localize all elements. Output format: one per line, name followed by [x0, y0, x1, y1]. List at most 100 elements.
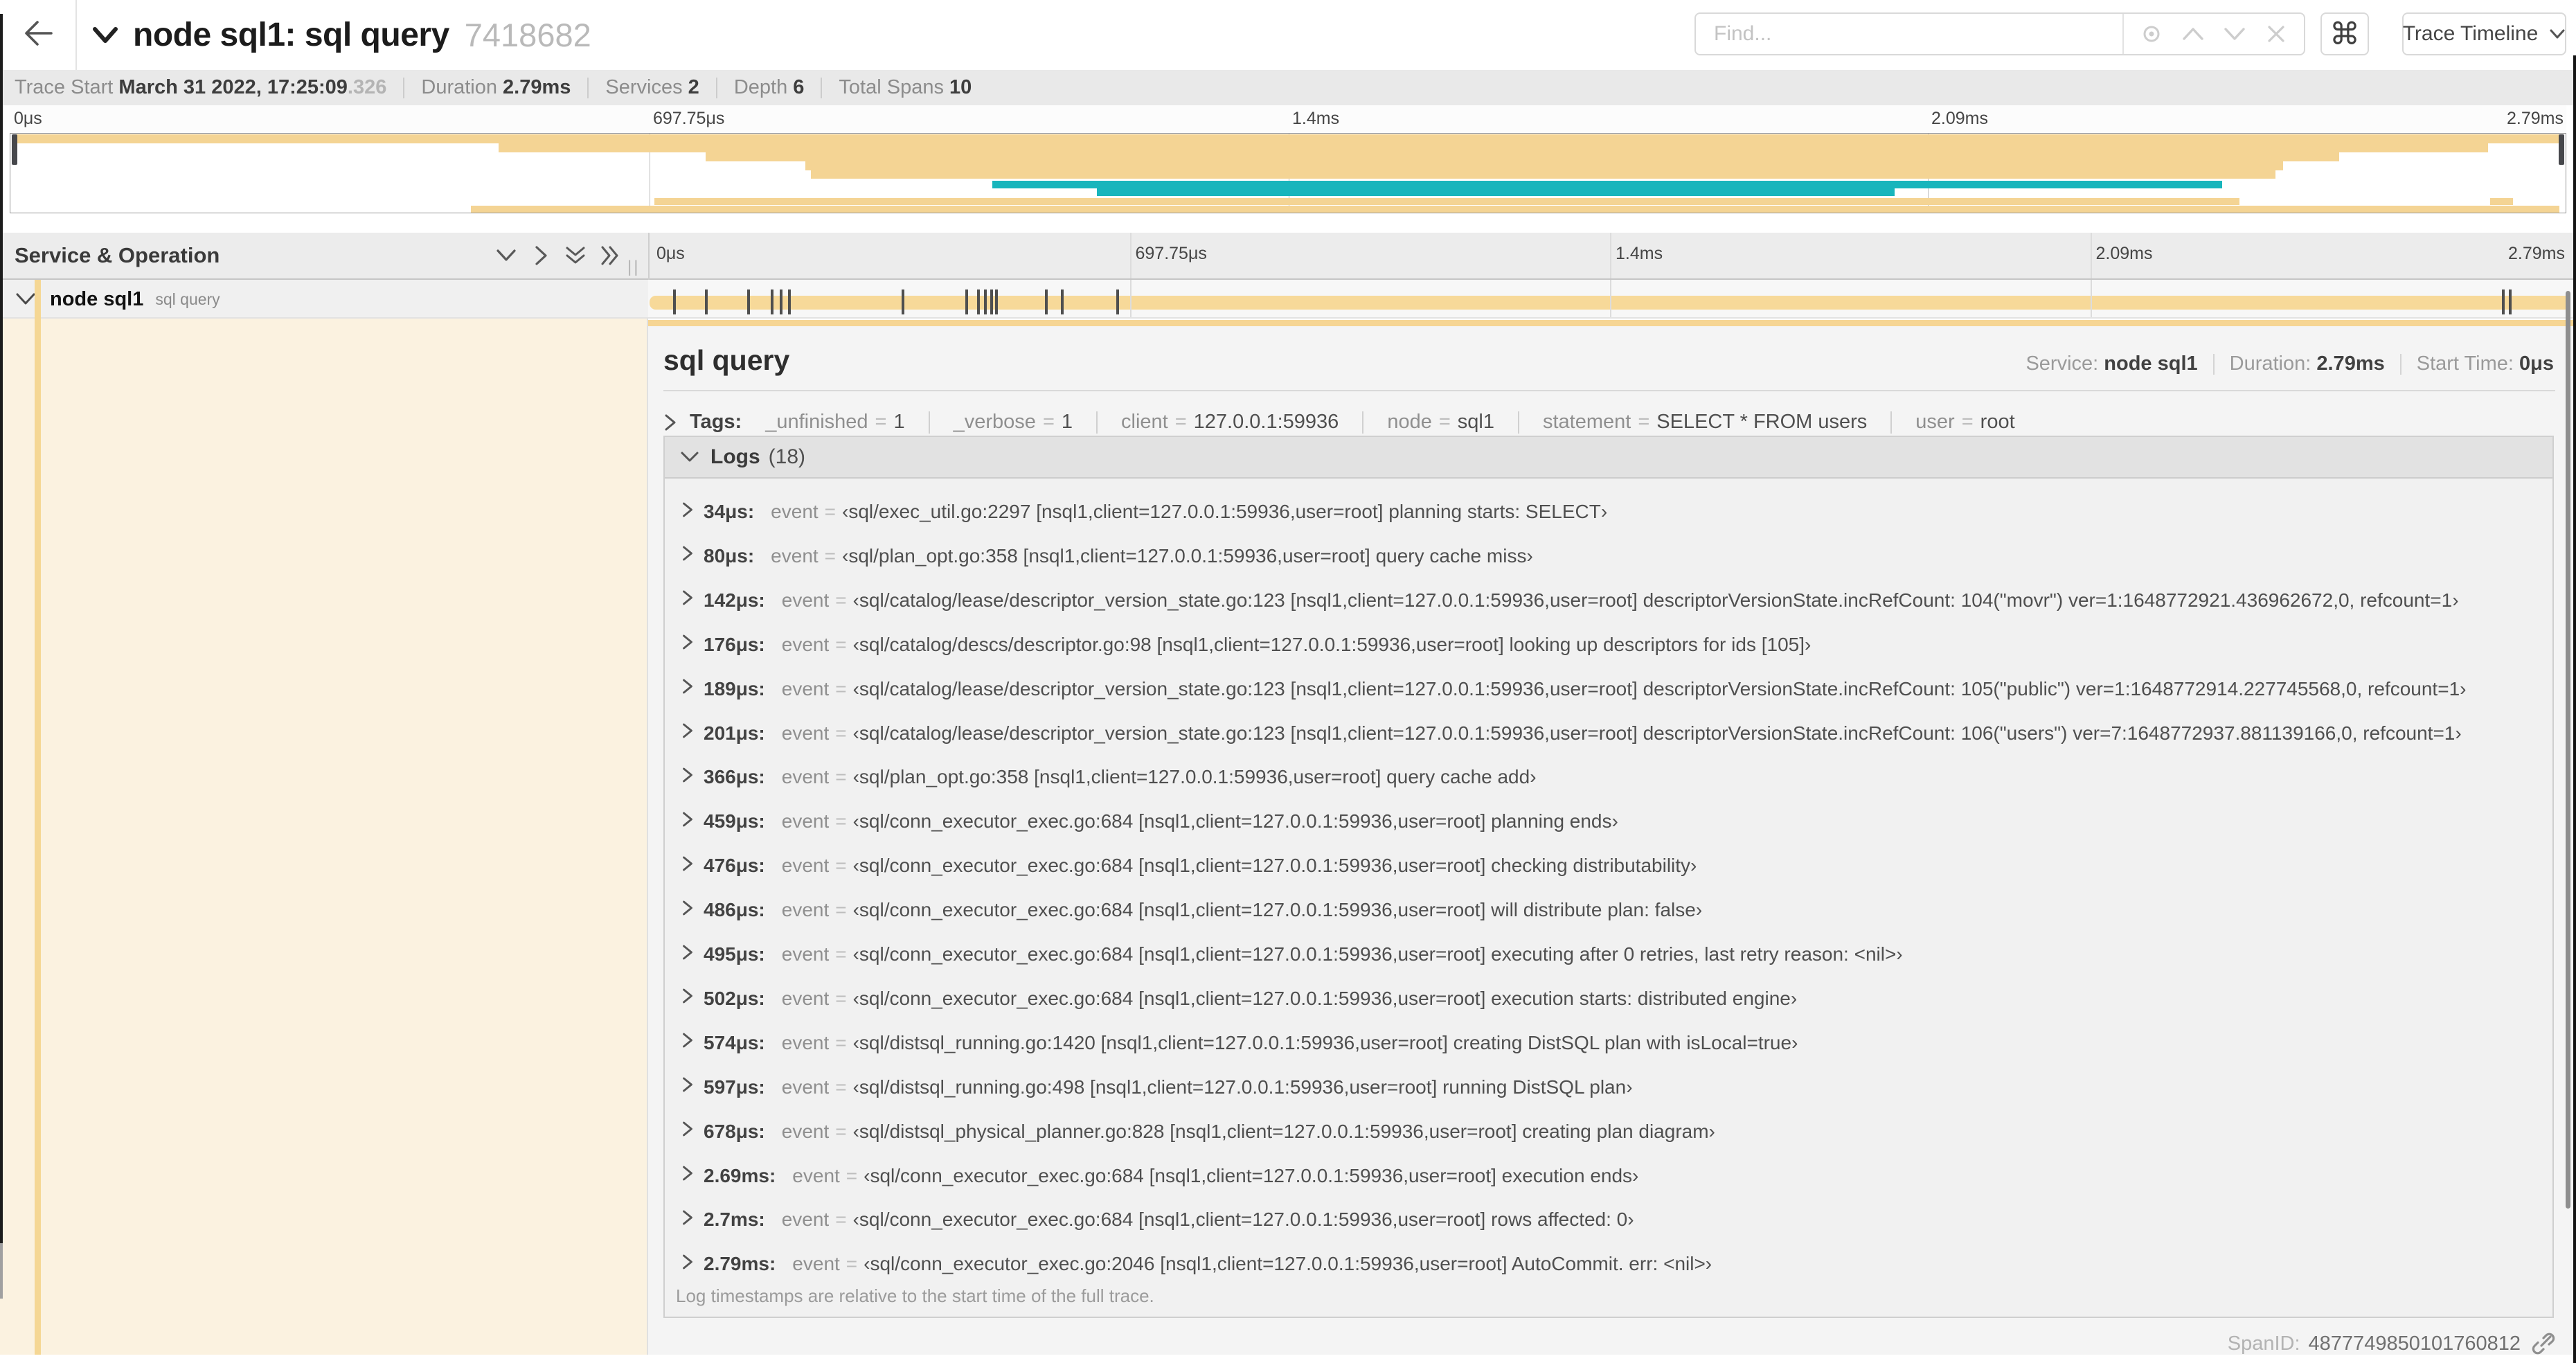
ruler-gridline — [1129, 233, 1132, 278]
span-timeline-cell — [648, 280, 2576, 319]
log-marker-tick[interactable] — [1116, 289, 1120, 314]
summary-item: Total Spans 10 — [839, 76, 972, 98]
log-marker-tick[interactable] — [1060, 289, 1064, 314]
trace-view-selector[interactable]: Trace Timeline — [2402, 12, 2566, 55]
tag-item[interactable]: user = root — [1915, 411, 2014, 434]
match-case-icon[interactable] — [2131, 22, 2172, 46]
tag-item[interactable]: _verbose = 1 — [954, 411, 1073, 434]
minimap-span-bar — [15, 134, 2562, 143]
log-marker-tick[interactable] — [1044, 289, 1048, 314]
window-right-edge — [2573, 55, 2576, 1363]
log-chevron-icon — [681, 1209, 694, 1231]
log-entry[interactable]: 502μs: event = ‹sql/conn_executor_exec.go:6… — [665, 977, 2552, 1021]
log-marker-tick[interactable] — [2501, 289, 2505, 314]
ruler-gridline — [2090, 233, 2092, 278]
summary-separator — [821, 77, 823, 98]
prev-result-icon[interactable] — [2172, 26, 2214, 42]
log-entry[interactable]: 574μs: event = ‹sql/distsql_running.go:1420… — [665, 1021, 2552, 1065]
log-entry[interactable]: 34μs: event = ‹sql/exec_util.go:2297 [nsql1… — [665, 490, 2552, 534]
log-chevron-icon — [681, 855, 694, 878]
log-marker-tick[interactable] — [984, 289, 987, 314]
log-marker-tick[interactable] — [672, 289, 676, 314]
log-marker-tick[interactable] — [990, 289, 994, 314]
span-service-name: node sql1 — [50, 287, 144, 310]
log-entry[interactable]: 2.7ms: event = ‹sql/conn_executor_exec.go:6… — [665, 1197, 2552, 1242]
log-chevron-icon — [681, 1076, 694, 1098]
log-chevron-icon — [681, 1031, 694, 1054]
ruler-gridline — [1610, 233, 1611, 278]
log-entry[interactable]: 142μs: event = ‹sql/catalog/lease/descripto… — [665, 578, 2552, 623]
log-entry[interactable]: 597μs: event = ‹sql/distsql_running.go:498 … — [665, 1065, 2552, 1110]
find-input[interactable] — [1696, 14, 2122, 54]
next-result-icon[interactable] — [2214, 26, 2255, 42]
log-marker-tick[interactable] — [901, 289, 904, 314]
log-marker-tick[interactable] — [2508, 289, 2512, 314]
collapse-all-icon[interactable] — [564, 242, 587, 269]
command-icon: ⌘ — [2329, 16, 2360, 52]
back-button[interactable] — [0, 0, 77, 70]
minimap-span-bar — [2490, 198, 2514, 205]
summary-separator — [587, 77, 589, 98]
log-chevron-icon — [681, 1253, 694, 1276]
ruler-tick-label: 2.79ms — [2508, 244, 2565, 263]
tag-item[interactable]: client = 127.0.0.1:59936 — [1121, 411, 1339, 434]
minimap-span-graph[interactable] — [10, 133, 2566, 213]
minimap-span-bar — [706, 152, 2340, 161]
tag-separator — [1362, 411, 1364, 434]
log-chevron-icon — [681, 544, 694, 567]
log-entry[interactable]: 495μs: event = ‹sql/conn_executor_exec.go:6… — [665, 932, 2552, 977]
log-entry[interactable]: 476μs: event = ‹sql/conn_executor_exec.go:6… — [665, 844, 2552, 888]
tags-accordian[interactable]: Tags: _unfinished = 1 _verbose = 1 client = 127.… — [663, 411, 2015, 434]
back-arrow-icon — [22, 19, 54, 51]
log-entry[interactable]: 80μs: event = ‹sql/plan_opt.go:358 [nsql1,c… — [665, 534, 2552, 578]
log-entry[interactable]: 176μs: event = ‹sql/catalog/descs/descripto… — [665, 623, 2552, 667]
span-collapse-chevron-icon[interactable] — [15, 292, 36, 306]
keyboard-shortcuts-button[interactable]: ⌘ — [2320, 12, 2369, 55]
log-entry[interactable]: 459μs: event = ‹sql/conn_executor_exec.go:6… — [665, 799, 2552, 844]
tag-separator — [928, 411, 930, 434]
log-marker-tick[interactable] — [779, 289, 782, 314]
collapse-one-icon[interactable] — [494, 242, 518, 269]
log-entry[interactable]: 486μs: event = ‹sql/conn_executor_exec.go:6… — [665, 888, 2552, 932]
log-marker-tick[interactable] — [965, 289, 969, 314]
log-entry[interactable]: 678μs: event = ‹sql/distsql_physical_planne… — [665, 1110, 2552, 1154]
log-chevron-icon — [681, 589, 694, 612]
minimap-span-bar — [470, 206, 2559, 213]
log-entry[interactable]: 2.69ms: event = ‹sql/conn_executor_exec.go:… — [665, 1154, 2552, 1198]
span-name-cell[interactable]: node sql1 sql query — [0, 280, 648, 319]
log-entry[interactable]: 2.79ms: event = ‹sql/conn_executor_exec.go:… — [665, 1242, 2552, 1286]
collapse-trace-chevron-icon[interactable] — [91, 24, 119, 46]
logs-chevron-icon — [680, 451, 699, 463]
log-marker-tick[interactable] — [770, 289, 773, 314]
log-marker-tick[interactable] — [787, 289, 791, 314]
log-entry[interactable]: 366μs: event = ‹sql/plan_opt.go:358 [nsql1,… — [665, 755, 2552, 799]
trace-title-group: node sql1: sql query 7418682 — [91, 0, 591, 70]
summary-item: Duration 2.79ms — [421, 76, 571, 98]
vertical-scrollbar[interactable] — [2566, 291, 2570, 1209]
minimap-scrubber-handle[interactable] — [2559, 134, 2564, 165]
tags-label: Tags: — [690, 411, 742, 433]
log-marker-tick[interactable] — [995, 289, 999, 314]
log-marker-tick[interactable] — [977, 289, 981, 314]
tag-item[interactable]: node = sql1 — [1387, 411, 1494, 434]
logs-accordian: Logs (18) 34μs: event = ‹sql/exec_util.go:2… — [663, 436, 2554, 1318]
logs-count: (18) — [768, 445, 806, 468]
clear-search-icon[interactable] — [2255, 24, 2297, 44]
log-entry[interactable]: 189μs: event = ‹sql/catalog/lease/descripto… — [665, 667, 2552, 711]
column-resize-grip[interactable]: || — [627, 258, 640, 277]
minimap-scrubber-handle[interactable] — [12, 134, 17, 165]
tag-item[interactable]: statement = SELECT * FROM users — [1543, 411, 1867, 434]
trace-summary-bar: Trace Start March 31 2022, 17:25:09.326 D… — [0, 70, 2576, 105]
minimap-tick-label: 2.79ms — [2507, 109, 2564, 128]
tags-list: _unfinished = 1 _verbose = 1 client = 127.0.0.1:… — [742, 411, 2015, 434]
log-marker-tick[interactable] — [747, 289, 751, 314]
deep-link-icon[interactable] — [2532, 1332, 2555, 1355]
logs-header[interactable]: Logs (18) — [665, 437, 2552, 479]
minimap-span-bar — [992, 181, 2222, 188]
expand-all-icon[interactable] — [598, 242, 622, 269]
expand-one-icon[interactable] — [529, 242, 553, 269]
log-marker-tick[interactable] — [704, 289, 708, 314]
tag-item[interactable]: _unfinished = 1 — [765, 411, 904, 434]
chevron-down-icon — [2549, 28, 2566, 39]
log-entry[interactable]: 201μs: event = ‹sql/catalog/lease/descripto… — [665, 711, 2552, 756]
